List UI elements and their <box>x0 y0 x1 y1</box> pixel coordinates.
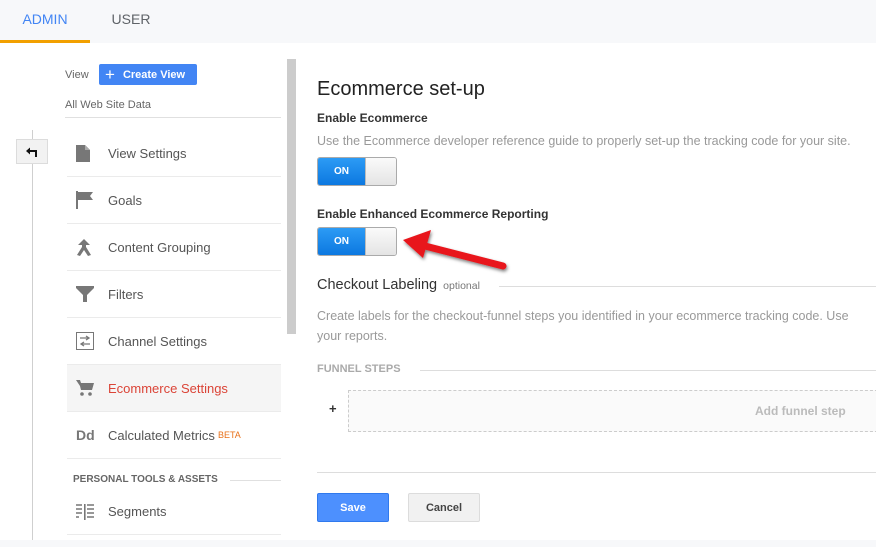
sidebar-item-view-settings[interactable]: View Settings <box>67 130 281 177</box>
toggle-state: ON <box>318 228 365 255</box>
sidebar-item-label: Segments <box>108 504 167 519</box>
sidebar-scrollbar[interactable] <box>287 59 296 334</box>
sidebar-item-label: Ecommerce Settings <box>108 380 228 396</box>
checkout-labeling-title: Checkout Labeling optional <box>317 277 480 293</box>
view-selector[interactable]: All Web Site Data <box>65 99 151 111</box>
view-label: View <box>65 69 89 81</box>
tab-admin[interactable]: ADMIN <box>0 0 90 43</box>
flag-icon <box>67 191 108 209</box>
sidebar-item-label: Filters <box>108 286 144 302</box>
filter-icon <box>67 286 108 302</box>
enable-ecommerce-toggle[interactable]: ON <box>317 157 397 186</box>
merge-icon <box>67 238 108 256</box>
annotation-arrow-icon <box>403 230 507 270</box>
tab-user[interactable]: USER <box>90 0 172 43</box>
beta-badge: BETA <box>217 430 241 440</box>
segments-icon <box>67 503 108 520</box>
sidebar-item-ecommerce-settings[interactable]: Ecommerce Settings <box>67 365 281 412</box>
cancel-button[interactable]: Cancel <box>408 493 480 522</box>
sidebar-item-label: Calculated Metrics <box>108 427 215 443</box>
sidebar-item-content-grouping[interactable]: Content Grouping <box>67 224 281 271</box>
sidebar-item-segments[interactable]: Segments <box>67 489 281 535</box>
enable-enhanced-label: Enable Enhanced Ecommerce Reporting <box>317 207 549 221</box>
plus-icon: + <box>329 401 337 416</box>
column-divider <box>32 130 33 540</box>
plus-icon: + <box>105 65 115 84</box>
checkout-title-text: Checkout Labeling <box>317 277 438 293</box>
toggle-state: ON <box>318 158 365 185</box>
divider <box>420 370 876 371</box>
enable-ecommerce-description: Use the Ecommerce developer reference gu… <box>317 134 851 148</box>
sidebar-item-label: View Settings <box>108 145 187 161</box>
dd-icon: Dd <box>76 427 95 443</box>
cart-icon <box>67 380 108 396</box>
divider <box>317 472 876 473</box>
optional-tag: optional <box>443 280 480 292</box>
divider <box>65 117 281 118</box>
enable-enhanced-toggle[interactable]: ON <box>317 227 397 256</box>
bottom-bar <box>0 540 876 547</box>
page-title: Ecommerce set-up <box>317 78 485 100</box>
enable-ecommerce-label: Enable Ecommerce <box>317 111 428 125</box>
sidebar-item-label: Goals <box>108 192 142 208</box>
sidebar-item-filters[interactable]: Filters <box>67 271 281 318</box>
toggle-knob <box>365 158 396 185</box>
top-tab-bar: ADMIN USER <box>0 0 876 43</box>
funnel-steps-heading: FUNNEL STEPS <box>317 363 401 375</box>
sidebar-item-label: Channel Settings <box>108 333 208 349</box>
add-funnel-step-button[interactable]: Add funnel step <box>755 404 846 418</box>
back-button[interactable] <box>16 139 48 164</box>
save-button[interactable]: Save <box>317 493 389 522</box>
section-heading: PERSONAL TOOLS & ASSETS <box>73 474 218 485</box>
create-view-label: Create View <box>122 68 186 81</box>
divider <box>499 286 876 287</box>
checkout-description-line1: Create labels for the checkout-funnel st… <box>317 309 849 323</box>
channel-icon <box>67 332 108 350</box>
sidebar-item-label: Content Grouping <box>108 239 211 255</box>
back-arrow-icon <box>26 147 37 157</box>
sidebar-item-goals[interactable]: Goals <box>67 177 281 224</box>
toggle-knob <box>365 228 396 255</box>
create-view-button[interactable]: + Create View <box>99 64 197 85</box>
checkout-description-line2: your reports. <box>317 329 388 343</box>
sidebar-item-calculated-metrics[interactable]: Dd Calculated Metrics BETA <box>67 412 281 459</box>
document-icon <box>67 144 108 162</box>
sidebar-item-channel-settings[interactable]: Channel Settings <box>67 318 281 365</box>
divider <box>230 480 281 481</box>
